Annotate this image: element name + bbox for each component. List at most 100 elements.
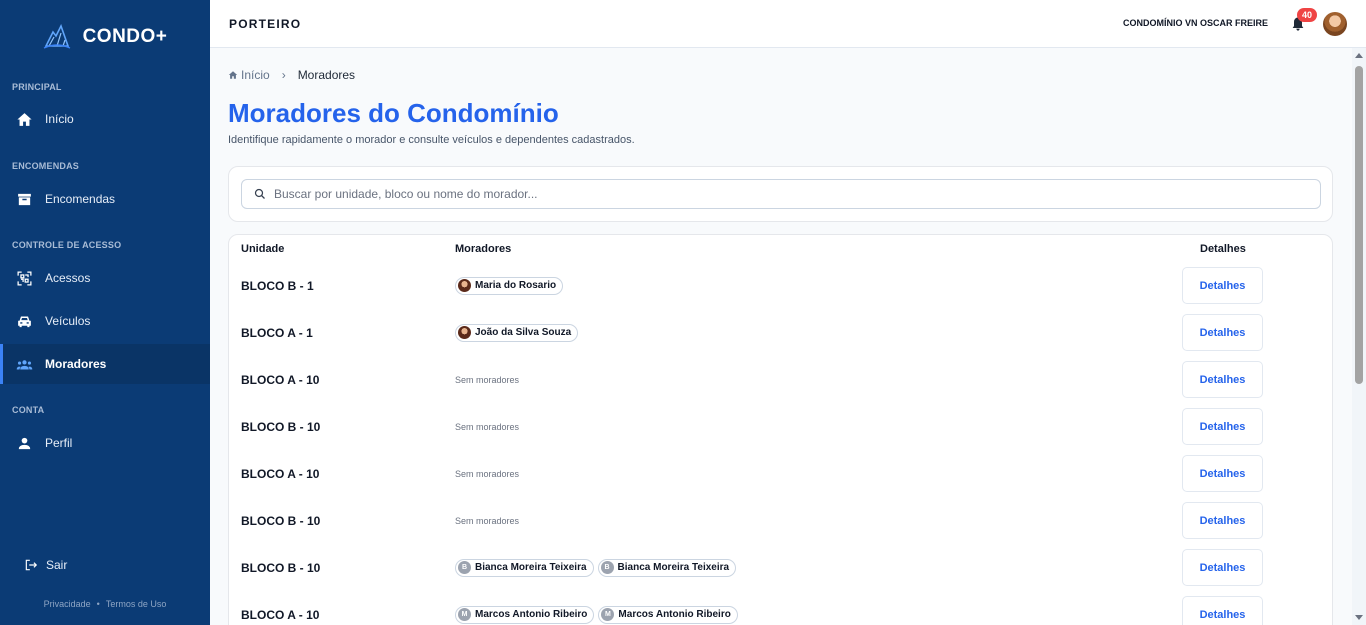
breadcrumb-current: Moradores (297, 68, 356, 82)
resident-chip[interactable]: Maria do Rosario (455, 276, 564, 295)
resident-chip[interactable]: João da Silva Souza (455, 323, 579, 342)
breadcrumb-home-label: Início (241, 68, 270, 82)
condominium-name[interactable]: CONDOMÍNIO VN OSCAR FREIRE (1123, 18, 1268, 28)
search-card (228, 166, 1333, 222)
resident-initial-avatar: B (600, 561, 614, 574)
details-button[interactable]: Detalhes (1182, 455, 1263, 492)
page-scrollbar[interactable] (1352, 48, 1366, 625)
terms-link[interactable]: Termos de Uso (106, 599, 167, 609)
sidebar-item-perfil[interactable]: Perfil (0, 423, 210, 463)
sidebar-item-moradores[interactable]: Moradores (0, 344, 210, 384)
resident-name: Maria do Rosario (475, 280, 557, 291)
no-residents-label: Sem moradores (455, 421, 520, 432)
search-input[interactable] (274, 187, 1274, 201)
section-label-conta: CONTA (12, 405, 45, 415)
logout-icon (25, 559, 38, 571)
resident-chip[interactable]: B Bianca Moreira Teixeira (455, 558, 594, 577)
notification-badge: 40 (1297, 8, 1317, 22)
logout-label: Sair (46, 558, 68, 572)
unit-cell: BLOCO A - 1 (241, 325, 313, 340)
residents-cell: Sem moradores (455, 403, 519, 450)
archive-box-icon (18, 193, 31, 205)
sidebar-footer: Privacidade • Termos de Uso (0, 599, 210, 609)
details-button[interactable]: Detalhes (1182, 502, 1263, 539)
table-row: BLOCO A - 10 Sem moradores Detalhes (229, 356, 1332, 403)
privacy-link[interactable]: Privacidade (44, 599, 91, 609)
footer-separator: • (96, 599, 100, 609)
brand-logo[interactable]: CONDO+ (0, 0, 210, 74)
sidebar-item-label: Veículos (45, 314, 91, 328)
residents-cell: Sem moradores (455, 497, 519, 544)
details-button[interactable]: Detalhes (1182, 267, 1263, 304)
residents-cell: Sem moradores (455, 450, 519, 497)
scroll-up-arrow-icon[interactable] (1355, 53, 1363, 58)
sidebar-item-label: Acessos (45, 271, 91, 285)
column-header-unit: Unidade (241, 243, 285, 255)
search-icon (254, 188, 265, 199)
table-row: BLOCO B - 10 B Bianca Moreira Teixeira B Bia… (229, 544, 1332, 591)
page-title: Moradores do Condomínio (228, 98, 559, 128)
section-label-principal: PRINCIPAL (12, 82, 62, 92)
sidebar-item-veiculos[interactable]: Veículos (0, 301, 210, 341)
user-avatar[interactable] (1323, 12, 1347, 36)
search-box[interactable] (241, 179, 1321, 209)
table-row: BLOCO B - 10 Sem moradores Detalhes (229, 497, 1332, 544)
resident-chip[interactable]: B Bianca Moreira Teixeira (597, 558, 737, 577)
logout-button[interactable]: Sair (24, 558, 67, 572)
resident-photo-avatar (458, 326, 471, 339)
unit-cell: BLOCO B - 10 (241, 560, 321, 575)
no-residents-label: Sem moradores (455, 374, 520, 385)
sidebar-item-label: Perfil (45, 436, 73, 450)
resident-initial-avatar: M (601, 608, 615, 621)
page-subtitle: Identifique rapidamente o morador e cons… (228, 134, 635, 146)
sidebar-item-label: Moradores (45, 357, 107, 371)
unit-cell: BLOCO B - 10 (241, 513, 321, 528)
person-icon (18, 437, 31, 449)
unit-cell: BLOCO A - 10 (241, 607, 320, 622)
building-logo-icon (43, 24, 70, 49)
residents-cell: M Marcos Antonio Ribeiro M Marcos Antonio R… (455, 591, 738, 625)
home-icon (17, 112, 32, 126)
resident-name: Bianca Moreira Teixeira (475, 562, 587, 573)
table-row: BLOCO A - 10 Sem moradores Detalhes (229, 450, 1332, 497)
no-residents-label: Sem moradores (455, 515, 520, 526)
scroll-down-arrow-icon[interactable] (1355, 615, 1363, 620)
residents-cell: Maria do Rosario (455, 262, 564, 309)
details-button[interactable]: Detalhes (1182, 596, 1263, 625)
column-header-details: Detalhes (1200, 243, 1246, 255)
details-button[interactable]: Detalhes (1182, 408, 1263, 445)
users-icon (16, 359, 33, 369)
scroll-thumb[interactable] (1355, 66, 1363, 384)
table-row: BLOCO A - 10 M Marcos Antonio Ribeiro M Marc… (229, 591, 1332, 625)
sidebar-item-label: Encomendas (45, 192, 116, 206)
sidebar-item-encomendas[interactable]: Encomendas (0, 179, 210, 219)
resident-initial-avatar: M (458, 608, 471, 621)
table-row: BLOCO A - 1 João da Silva Souza Detalhes (229, 309, 1332, 356)
role-title: PORTEIRO (229, 17, 302, 31)
sidebar-item-acessos[interactable]: Acessos (0, 258, 210, 298)
resident-name: Marcos Antonio Ribeiro (618, 609, 731, 620)
section-label-encomendas: ENCOMENDAS (12, 161, 80, 171)
car-icon (18, 316, 31, 327)
resident-name: João da Silva Souza (475, 327, 572, 338)
details-button[interactable]: Detalhes (1182, 549, 1263, 586)
main-content: Início › Moradores Moradores do Condomín… (210, 48, 1352, 625)
breadcrumb: Início › Moradores (228, 68, 355, 82)
column-header-residents: Moradores (455, 243, 512, 255)
section-label-controle-de-acesso: CONTROLE DE ACESSO (12, 240, 122, 250)
table-row: BLOCO B - 10 Sem moradores Detalhes (229, 403, 1332, 450)
resident-chip[interactable]: M Marcos Antonio Ribeiro (455, 605, 595, 624)
resident-chip[interactable]: M Marcos Antonio Ribeiro (598, 605, 738, 624)
resident-name: Marcos Antonio Ribeiro (475, 609, 588, 620)
resident-name: Bianca Moreira Teixeira (617, 562, 730, 573)
details-button[interactable]: Detalhes (1182, 361, 1263, 398)
residents-table: Unidade Moradores Detalhes BLOCO B - 1 Ma… (228, 234, 1333, 625)
residents-cell: B Bianca Moreira Teixeira B Bianca Moreira … (455, 544, 737, 591)
residents-cell: Sem moradores (455, 356, 519, 403)
resident-photo-avatar (458, 279, 471, 292)
chevron-right-icon: › (281, 68, 286, 82)
no-residents-label: Sem moradores (455, 468, 520, 479)
details-button[interactable]: Detalhes (1182, 314, 1263, 351)
sidebar-item-inicio[interactable]: Início (0, 99, 210, 139)
breadcrumb-home[interactable]: Início (228, 68, 270, 82)
